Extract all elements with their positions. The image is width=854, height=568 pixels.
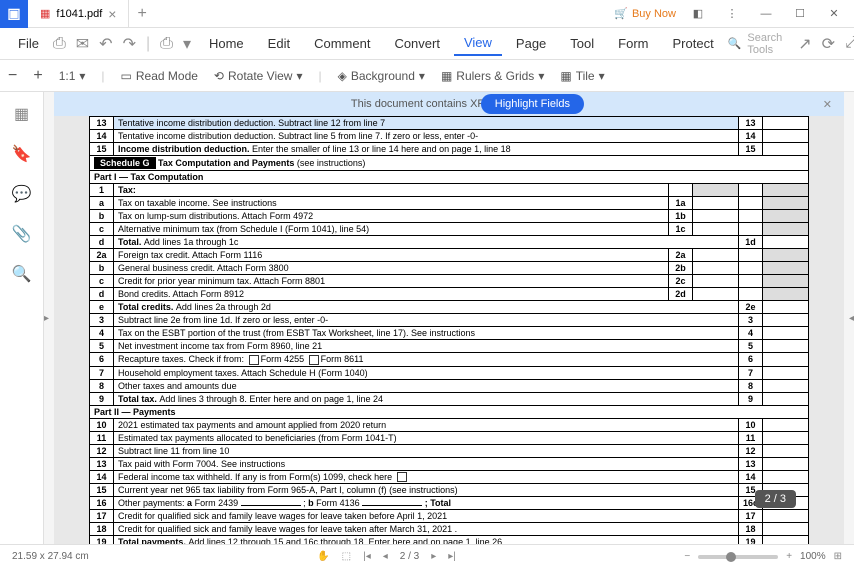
undo-icon[interactable]: ↶ xyxy=(99,34,112,54)
next-page-icon[interactable]: ▸ xyxy=(431,551,436,562)
background-icon: ◈ xyxy=(338,69,347,83)
last-page-icon[interactable]: ▸| xyxy=(448,551,456,562)
tab-filename: f1041.pdf xyxy=(56,8,102,20)
hand-tool-icon[interactable]: ✋ xyxy=(317,551,329,562)
close-tab-icon[interactable]: × xyxy=(108,6,116,22)
zoom-slider[interactable] xyxy=(698,555,778,559)
close-window-button[interactable]: ✕ xyxy=(822,2,846,26)
thumbnails-icon[interactable]: ▦ xyxy=(14,104,29,124)
read-mode-button[interactable]: ▭ Read Mode xyxy=(121,69,198,83)
info-close-icon[interactable]: ✕ xyxy=(823,98,832,111)
menu-icon[interactable]: ⋮ xyxy=(720,2,744,26)
menu-view[interactable]: View xyxy=(454,31,502,56)
right-panel-chevron[interactable]: ◂ xyxy=(844,92,854,544)
background-button[interactable]: ◈ Background▾ xyxy=(338,69,425,83)
prev-page-icon[interactable]: ◂ xyxy=(383,551,388,562)
open-external-icon[interactable]: ↗ xyxy=(798,34,811,54)
menu-comment[interactable]: Comment xyxy=(304,32,380,55)
file-menu[interactable]: File xyxy=(8,32,49,55)
pdf-icon: ▦ xyxy=(40,7,50,20)
info-text: This document contains XFA form fields. xyxy=(66,98,832,110)
search-tools[interactable]: 🔍 Search Tools xyxy=(728,32,783,56)
notification-icon[interactable]: ◧ xyxy=(686,2,710,26)
bookmarks-icon[interactable]: 🔖 xyxy=(12,144,32,164)
cloud-icon[interactable]: ⟳ xyxy=(822,34,835,54)
print-icon-2[interactable]: ⎙ xyxy=(160,35,173,53)
xfa-info-bar: This document contains XFA form fields. … xyxy=(54,92,844,116)
mail-icon[interactable]: ✉ xyxy=(76,34,89,54)
rotate-view-button[interactable]: ⟲ Rotate View▾ xyxy=(214,69,303,83)
page-dimensions: 21.59 x 27.94 cm xyxy=(12,551,89,562)
content-area: ▦ 🔖 💬 📎 🔍 ▸ This document contains XFA f… xyxy=(0,92,854,544)
page-counter-overlay: 2 / 3 xyxy=(755,490,796,508)
page-input[interactable]: 2 / 3 xyxy=(400,551,419,562)
document-viewport[interactable]: This document contains XFA form fields. … xyxy=(54,92,844,544)
menu-home[interactable]: Home xyxy=(199,32,254,55)
fit-window-icon[interactable]: ⊞ xyxy=(834,551,842,562)
menubar: File ⎙ ✉ ↶ ↷ | ⎙ ▾ Home Edit Comment Con… xyxy=(0,28,854,60)
menu-tool[interactable]: Tool xyxy=(560,32,604,55)
form-8611-checkbox[interactable] xyxy=(309,355,319,365)
zoom-in-button[interactable]: + xyxy=(786,551,792,562)
menu-page[interactable]: Page xyxy=(506,32,556,55)
buy-now-link[interactable]: 🛒 Buy Now xyxy=(614,7,676,20)
form-table: 13Tentative income distribution deductio… xyxy=(89,116,809,544)
menu-edit[interactable]: Edit xyxy=(258,32,300,55)
ruler-icon: ▦ xyxy=(441,69,452,83)
zoom-in-icon[interactable]: + xyxy=(33,67,42,85)
rotate-icon: ⟲ xyxy=(214,69,224,83)
view-toolbar: − + 1:1▾ | ▭ Read Mode ⟲ Rotate View▾ | … xyxy=(0,60,854,92)
expand-icon[interactable]: ⤢ xyxy=(845,34,854,54)
book-icon: ▭ xyxy=(121,69,132,83)
form-4255-checkbox[interactable] xyxy=(249,355,259,365)
zoom-out-button[interactable]: − xyxy=(684,551,690,562)
fit-page-button[interactable]: 1:1▾ xyxy=(59,69,86,83)
cart-icon: 🛒 xyxy=(614,7,628,20)
menu-form[interactable]: Form xyxy=(608,32,658,55)
zoom-level[interactable]: 100% xyxy=(800,551,826,562)
pdf-page: 13Tentative income distribution deductio… xyxy=(89,116,809,544)
search-icon: 🔍 xyxy=(728,37,742,50)
search-sidebar-icon[interactable]: 🔍 xyxy=(12,264,32,284)
sidebar-expand-chevron[interactable]: ▸ xyxy=(44,92,54,544)
1099-checkbox[interactable] xyxy=(397,472,407,482)
comments-icon[interactable]: 💬 xyxy=(12,184,32,204)
dropdown-icon[interactable]: ▾ xyxy=(183,34,191,54)
zoom-out-icon[interactable]: − xyxy=(8,67,17,85)
tile-button[interactable]: ▦ Tile▾ xyxy=(560,69,604,83)
new-tab-button[interactable]: + xyxy=(129,5,154,23)
select-tool-icon[interactable]: ⬚ xyxy=(342,551,351,562)
first-page-icon[interactable]: |◂ xyxy=(363,551,371,562)
maximize-button[interactable]: ☐ xyxy=(788,2,812,26)
redo-icon[interactable]: ↷ xyxy=(123,34,136,54)
app-icon: ▣ xyxy=(0,0,28,28)
tile-icon: ▦ xyxy=(560,69,571,83)
left-sidebar: ▦ 🔖 💬 📎 🔍 xyxy=(0,92,44,544)
attachments-icon[interactable]: 📎 xyxy=(12,224,32,244)
menu-protect[interactable]: Protect xyxy=(663,32,724,55)
highlight-fields-button[interactable]: Highlight Fields xyxy=(481,94,584,114)
titlebar: ▣ ▦ f1041.pdf × + 🛒 Buy Now ◧ ⋮ — ☐ ✕ xyxy=(0,0,854,28)
status-bar: 21.59 x 27.94 cm ✋ ⬚ |◂ ◂ 2 / 3 ▸ ▸| − +… xyxy=(0,544,854,568)
menu-convert[interactable]: Convert xyxy=(384,32,450,55)
minimize-button[interactable]: — xyxy=(754,2,778,26)
rulers-grids-button[interactable]: ▦ Rulers & Grids▾ xyxy=(441,69,544,83)
schedule-g-header: Schedule G Tax Computation and Payments … xyxy=(90,156,809,171)
document-tab[interactable]: ▦ f1041.pdf × xyxy=(28,0,129,28)
part2-header: Part II — Payments xyxy=(90,405,809,418)
print-icon[interactable]: ⎙ xyxy=(53,35,66,53)
part1-header: Part I — Tax Computation xyxy=(90,171,809,184)
